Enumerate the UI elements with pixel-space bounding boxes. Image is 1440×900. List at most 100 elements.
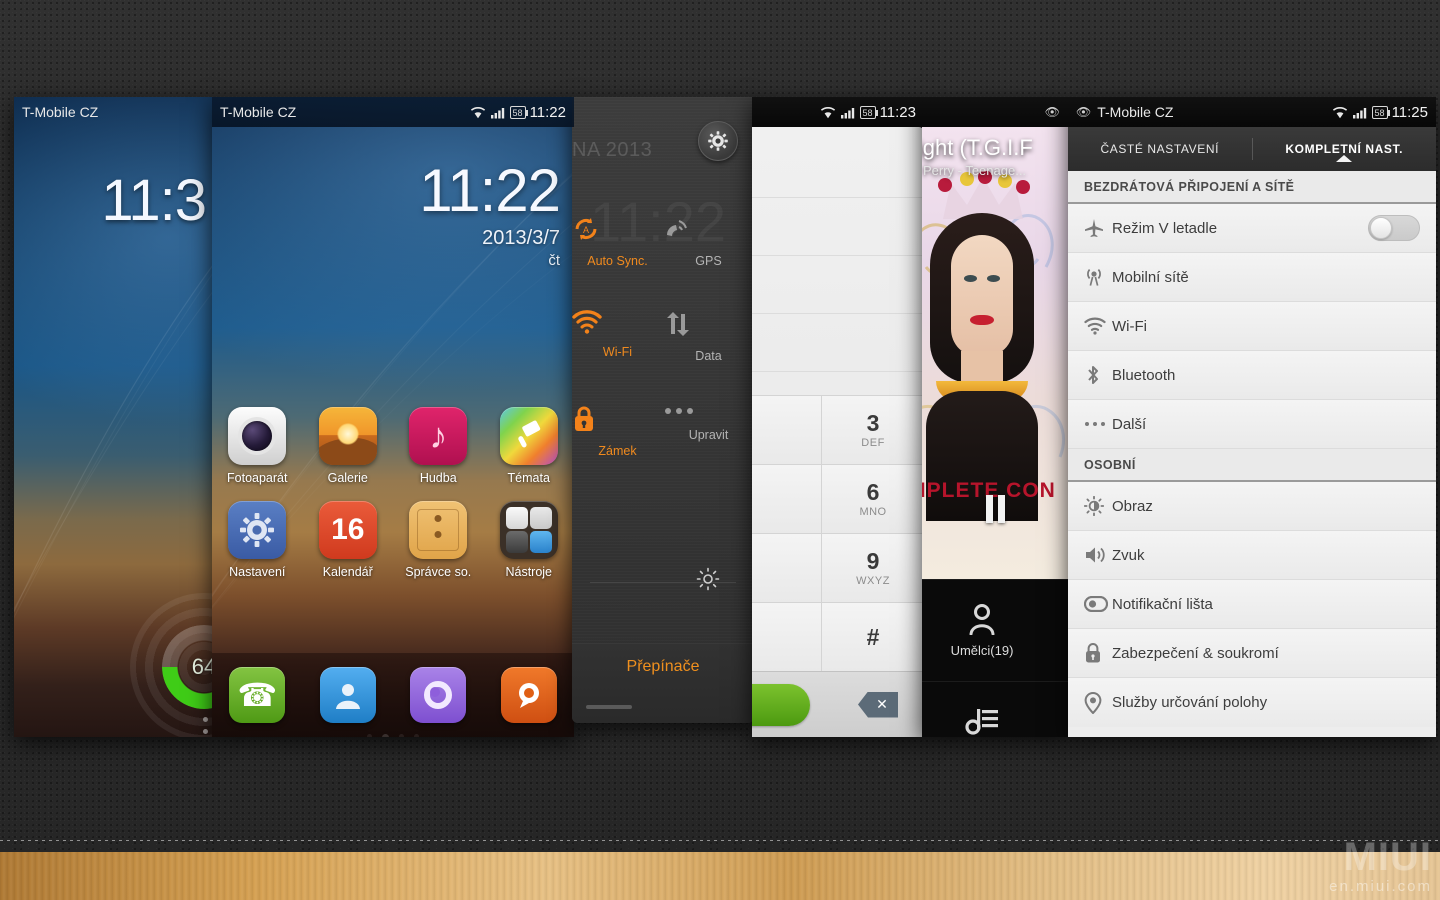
display-brightness-icon	[1084, 496, 1112, 516]
settings-row-bluetooth[interactable]: Bluetooth	[1068, 351, 1436, 400]
call-button[interactable]	[752, 683, 810, 726]
settings-row-notification-bar[interactable]: Notifikační lišta	[1068, 580, 1436, 629]
dialpad-key-partial[interactable]	[752, 603, 822, 671]
screenshot-stage: T-Mobile CZ 11:3 64 ○ T-Mobile C	[0, 0, 1440, 900]
app-tools-folder[interactable]: Nástroje	[490, 501, 568, 579]
lock-icon	[572, 405, 663, 433]
pause-icon[interactable]	[978, 492, 1012, 526]
settings-row-wifi[interactable]: Wi-Fi	[1068, 302, 1436, 351]
music-category-artists[interactable]: Umělci(19)	[922, 579, 1068, 681]
phone-toggles-panel: NA 2013 11:22 A Auto Sync. GPS Wi-Fi Dat…	[572, 97, 754, 723]
status-time: 11:22	[529, 103, 566, 121]
toggle-label: Wi-Fi	[602, 345, 633, 359]
toggle-label: Upravit	[688, 428, 729, 442]
app-themes[interactable]: Témata	[490, 407, 568, 485]
drag-handle[interactable]	[586, 705, 632, 709]
homescreen-statusbar: T-Mobile CZ 58 11:22	[212, 97, 574, 127]
dialpad-key-9[interactable]: 9 WXYZ	[821, 534, 924, 602]
carrier-label: T-Mobile CZ	[22, 104, 99, 120]
file-manager-icon	[409, 501, 468, 559]
messages-icon[interactable]	[500, 667, 557, 723]
dialpad-row: 9 WXYZ	[752, 533, 924, 602]
contacts-icon[interactable]	[319, 667, 376, 723]
app-label: Hudba	[419, 471, 457, 485]
settings-row-label: Notifikační lišta	[1112, 595, 1213, 613]
toggle-data[interactable]: Data	[663, 288, 754, 383]
music-note-icon: ♪	[409, 407, 468, 465]
phone-settings: 👁 T-Mobile CZ 58 11:25 ČASTÉ NASTAVENÍ K…	[1068, 97, 1436, 737]
settings-row-sound[interactable]: Zvuk	[1068, 531, 1436, 580]
artist-person-icon	[967, 603, 997, 635]
battery-icon: 58	[1371, 105, 1390, 119]
brightness-sun-icon[interactable]	[696, 567, 720, 591]
toggle-label: Data	[695, 349, 722, 363]
list-divider	[752, 313, 924, 314]
battery-icon: 58	[859, 105, 878, 119]
wooden-floor	[0, 852, 1440, 900]
list-divider	[752, 255, 924, 256]
browser-icon[interactable]	[410, 667, 467, 723]
gear-icon[interactable]	[698, 121, 738, 161]
app-file-manager[interactable]: Správce so.	[399, 501, 477, 579]
app-label: Správce so.	[405, 565, 472, 579]
dialpad-key-6[interactable]: 6 MNO	[821, 465, 924, 533]
dialpad-key-partial[interactable]	[752, 534, 822, 602]
settings-row-label: Obraz	[1112, 497, 1153, 515]
settings-tabs: ČASTÉ NASTAVENÍ KOMPLETNÍ NAST.	[1068, 127, 1436, 171]
dialpad-key-hash[interactable]: #	[821, 603, 924, 671]
toggle-wifi[interactable]: Wi-Fi	[572, 288, 663, 383]
settings-row-more[interactable]: Další	[1068, 400, 1436, 449]
toggle-row-3: Zámek Upravit	[572, 383, 754, 478]
app-music[interactable]: ♪ Hudba	[399, 407, 477, 485]
app-camera[interactable]: Fotoaparát	[218, 407, 296, 485]
homescreen-clock-widget[interactable]: 11:22 2013/3/7 čt	[419, 161, 561, 270]
carrier-label: T-Mobile CZ	[220, 104, 297, 120]
backspace-icon[interactable]: ✕	[858, 691, 898, 718]
toggle-lock[interactable]: Zámek	[572, 383, 663, 478]
settings-row-display[interactable]: Obraz	[1068, 482, 1436, 531]
toggle-auto-sync[interactable]: A Auto Sync.	[572, 193, 663, 288]
phone-icon[interactable]: ☎	[229, 667, 286, 723]
dialpad-row: 6 MNO	[752, 464, 924, 533]
wifi-icon	[1084, 317, 1112, 335]
switches-label[interactable]: Přepínače	[627, 658, 700, 676]
watermark-site: en.miui.com	[1329, 878, 1432, 895]
settings-row-mobile-networks[interactable]: Mobilní sítě	[1068, 253, 1436, 302]
toggle-gps[interactable]: GPS	[663, 193, 754, 288]
homescreen-dock: ☎	[212, 653, 574, 737]
clock-date: 2013/3/7	[482, 227, 560, 249]
key-letters: WXYZ	[856, 574, 890, 587]
dialpad-key-partial[interactable]	[752, 396, 822, 464]
wifi-icon	[1332, 106, 1347, 118]
airplane-mode-toggle[interactable]	[1368, 215, 1420, 241]
section-header-wireless: BEZDRÁTOVÁ PŘIPOJENÍ A SÍTĚ	[1068, 171, 1436, 204]
settings-row-airplane-mode[interactable]: Režim V letadle	[1068, 204, 1436, 253]
toggle-edit[interactable]: Upravit	[663, 383, 754, 478]
dashed-edge-line	[0, 840, 1440, 841]
cell-tower-icon	[1084, 267, 1112, 287]
phone-dialer: 58 11:23 dný 3 DEF 6 MNO	[752, 97, 924, 737]
lock-icon	[1084, 642, 1112, 664]
settings-statusbar: 👁 T-Mobile CZ 58 11:25	[1068, 97, 1436, 127]
section-header-personal: OSOBNÍ	[1068, 449, 1436, 482]
signal-icon	[1352, 107, 1366, 118]
app-settings[interactable]: Nastavení	[218, 501, 296, 579]
notification-bar-icon	[1084, 596, 1112, 612]
app-calendar[interactable]: 16 Kalendář	[309, 501, 387, 579]
music-ring-value: 64	[191, 654, 212, 679]
tools-folder-icon	[499, 501, 558, 559]
music-category-playlists[interactable]: Playlisty(4)	[922, 681, 1068, 737]
settings-row-location-services[interactable]: Služby určování polohy	[1068, 678, 1436, 727]
tab-kompletni-nast[interactable]: KOMPLETNÍ NAST.	[1253, 142, 1437, 156]
signal-icon	[840, 107, 854, 118]
tab-caste-nastaveni[interactable]: ČASTÉ NASTAVENÍ	[1068, 142, 1252, 156]
gallery-icon	[318, 407, 377, 465]
settings-list[interactable]: BEZDRÁTOVÁ PŘIPOJENÍ A SÍTĚ Režim V leta…	[1068, 171, 1436, 737]
app-gallery[interactable]: Galerie	[309, 407, 387, 485]
dialpad-key-partial[interactable]	[752, 465, 822, 533]
app-row-1: Fotoaparát Galerie ♪ Hudba Témata	[212, 407, 574, 485]
gps-icon	[663, 215, 754, 243]
settings-row-security-privacy[interactable]: Zabezpečení & soukromí	[1068, 629, 1436, 678]
dialpad-key-3[interactable]: 3 DEF	[821, 396, 924, 464]
auto-sync-icon: A	[572, 215, 663, 243]
